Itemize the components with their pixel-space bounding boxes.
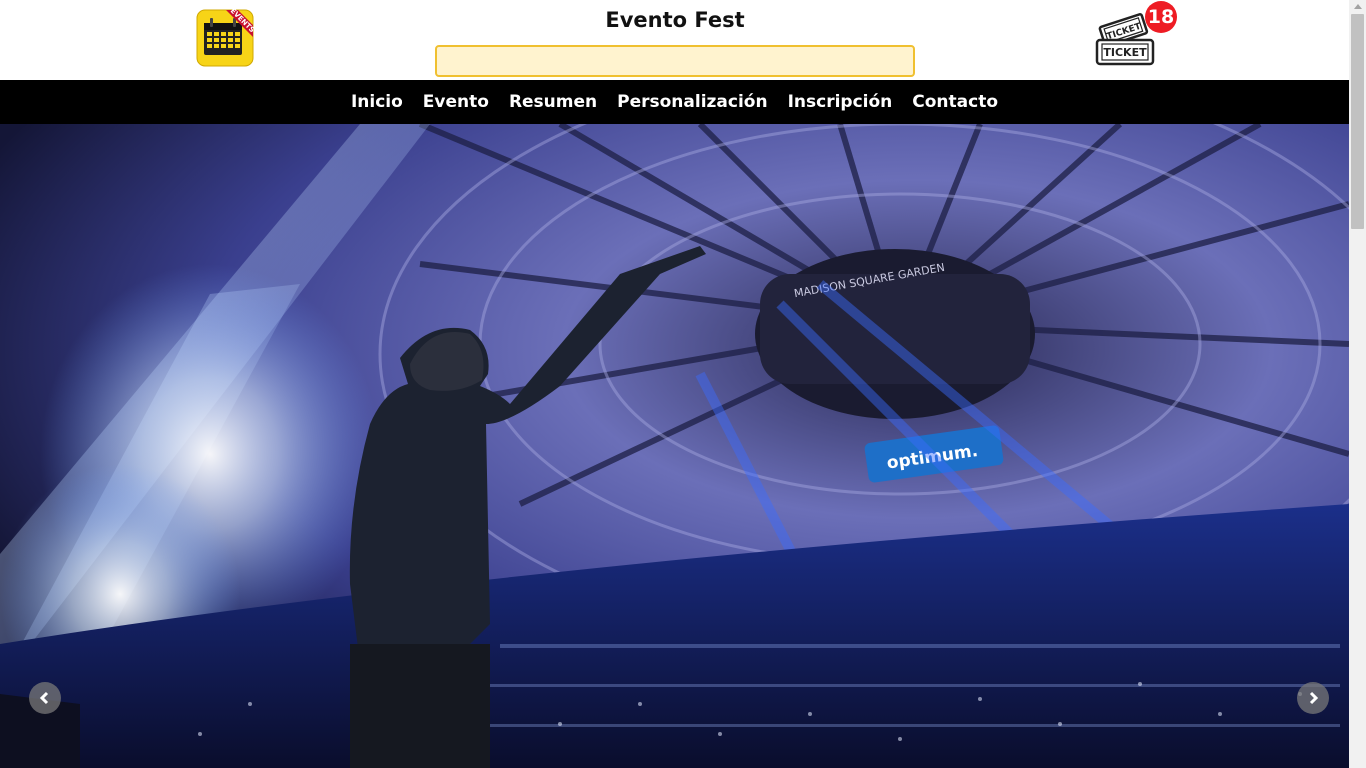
site-header: EVENTS Evento Fest TICKET TICKET 18 (0, 0, 1349, 80)
ticket-front-text: TICKET (1103, 46, 1147, 59)
hero-carousel: MADISON SQUARE GARDEN optimum. (0, 124, 1349, 768)
page-scrollbar[interactable] (1349, 0, 1366, 768)
carousel-next-button[interactable] (1297, 682, 1329, 714)
nav-item-inscripcion[interactable]: Inscripción (788, 92, 893, 112)
nav-item-inicio[interactable]: Inicio (351, 92, 403, 112)
search-input[interactable] (435, 45, 915, 77)
cart-count-badge: 18 (1145, 1, 1177, 33)
calendar-events-icon[interactable]: EVENTS (196, 7, 256, 67)
nav-item-evento[interactable]: Evento (423, 92, 489, 112)
chevron-right-icon (1309, 691, 1319, 705)
scroll-thumb[interactable] (1351, 14, 1364, 229)
scroll-up-arrow[interactable] (1354, 4, 1362, 9)
nav-item-personalizacion[interactable]: Personalización (617, 92, 767, 112)
carousel-prev-button[interactable] (29, 682, 61, 714)
nav-item-resumen[interactable]: Resumen (509, 92, 597, 112)
page-title: Evento Fest (605, 8, 745, 32)
chevron-left-icon (39, 691, 49, 705)
nav-item-contacto[interactable]: Contacto (912, 92, 998, 112)
main-nav: Inicio Evento Resumen Personalización In… (0, 80, 1349, 124)
hero-image: MADISON SQUARE GARDEN optimum. (0, 124, 1349, 768)
